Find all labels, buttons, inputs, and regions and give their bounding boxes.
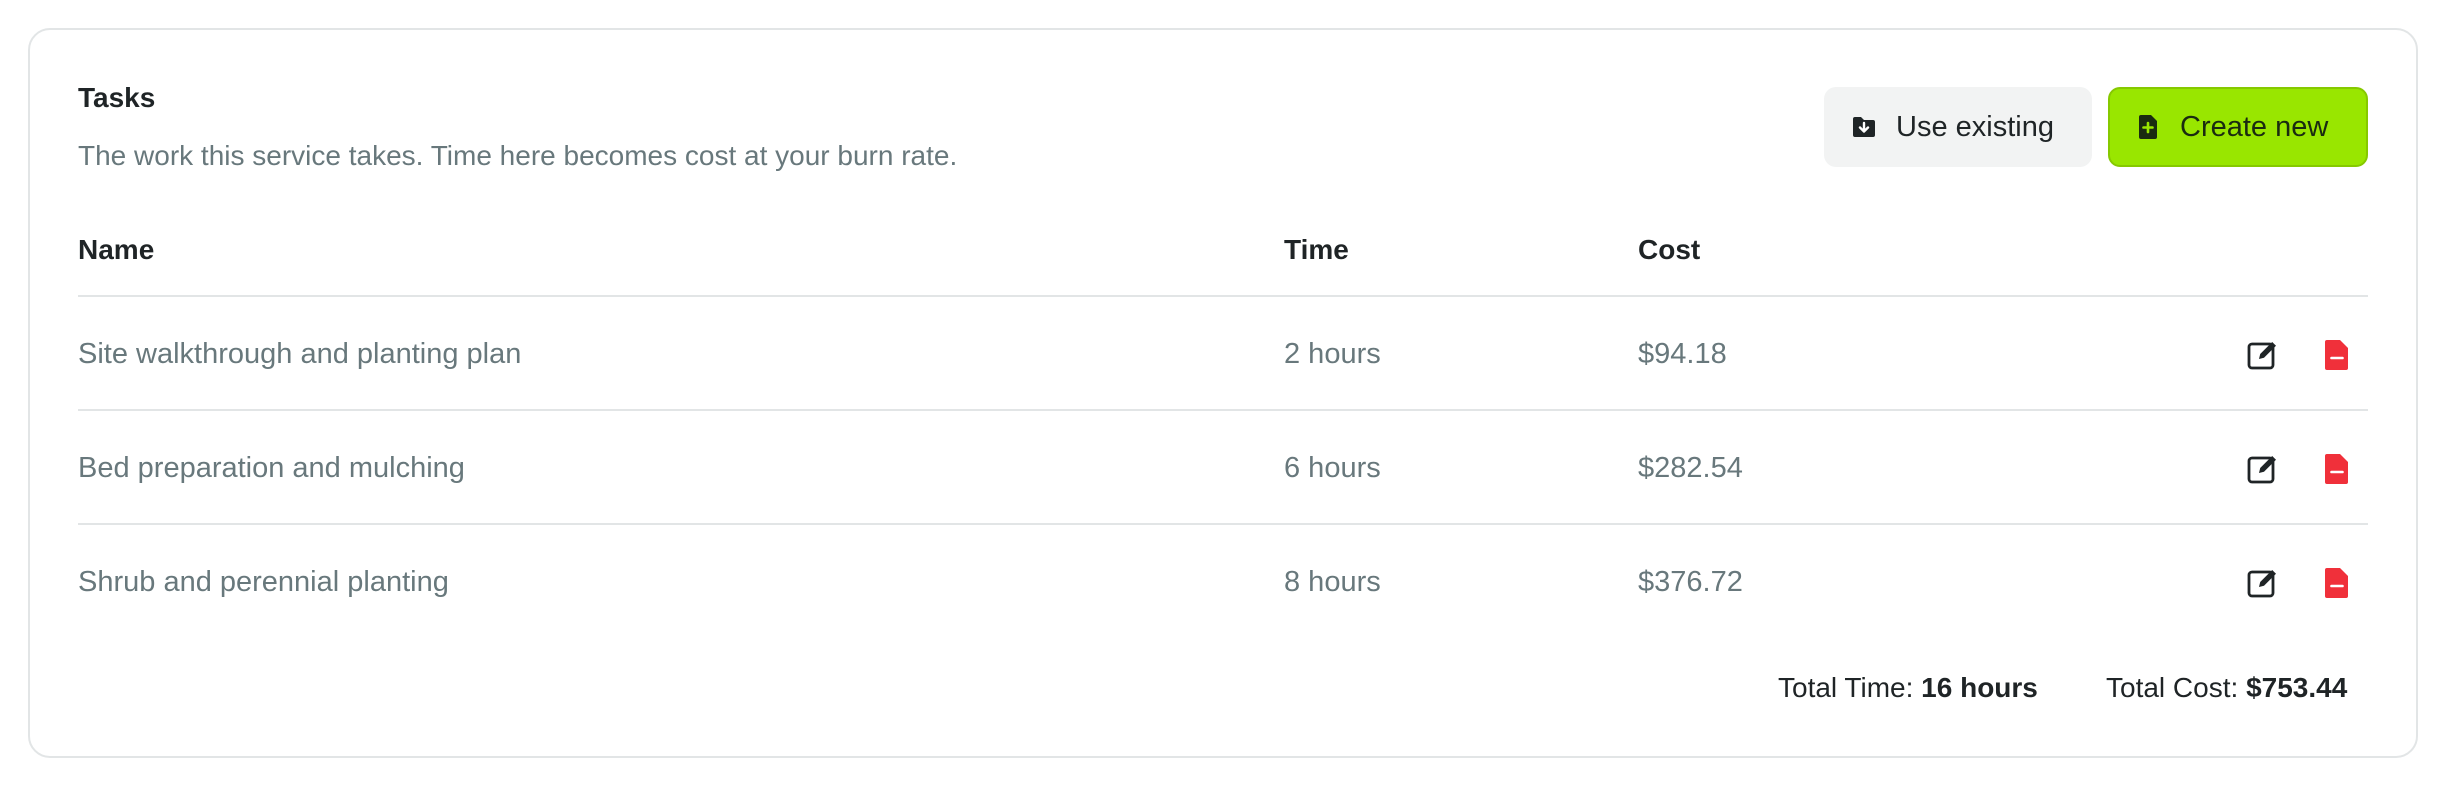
create-new-label: Create new [2180, 110, 2329, 143]
edit-icon[interactable] [2246, 452, 2280, 486]
table-row: Bed preparation and mulching 6 hours $28… [0, 412, 2446, 524]
column-header-name: Name [78, 234, 155, 265]
task-time: 6 hours [1284, 451, 1381, 484]
column-header-cost: Cost [1638, 234, 1701, 265]
section-subtitle: The work this service takes. Time here b… [78, 140, 958, 171]
task-name: Bed preparation and mulching [78, 451, 465, 484]
task-cost: $94.18 [1638, 337, 1727, 370]
row-divider [78, 409, 2368, 411]
task-cost: $376.72 [1638, 565, 1743, 598]
create-new-button[interactable]: Create new [2108, 87, 2368, 167]
column-header-time: Time [1284, 234, 1349, 265]
folder-download-icon [1850, 113, 1878, 141]
edit-icon[interactable] [2246, 338, 2280, 372]
task-name: Site walkthrough and planting plan [78, 337, 522, 370]
total-cost: Total Cost: $753.44 [2106, 672, 2347, 704]
task-time: 8 hours [1284, 565, 1381, 598]
task-cost: $282.54 [1638, 451, 1743, 484]
edit-icon[interactable] [2246, 566, 2280, 600]
total-cost-label: Total Cost: [2106, 672, 2239, 703]
section-title: Tasks [78, 82, 156, 113]
total-time: Total Time: 16 hours [1778, 672, 2038, 704]
total-time-value: 16 hours [1921, 672, 2038, 703]
file-plus-icon [2134, 113, 2162, 141]
table-row: Site walkthrough and planting plan 2 hou… [0, 298, 2446, 410]
delete-icon[interactable] [2320, 566, 2354, 600]
total-cost-value: $753.44 [2246, 672, 2348, 703]
table-row: Shrub and perennial planting 8 hours $37… [0, 526, 2446, 638]
use-existing-label: Use existing [1896, 110, 2054, 143]
total-time-label: Total Time: [1778, 672, 1914, 703]
delete-icon[interactable] [2320, 338, 2354, 372]
header-divider [78, 295, 2368, 297]
use-existing-button[interactable]: Use existing [1824, 87, 2092, 167]
task-name: Shrub and perennial planting [78, 565, 449, 598]
row-divider [78, 523, 2368, 525]
delete-icon[interactable] [2320, 452, 2354, 486]
task-time: 2 hours [1284, 337, 1381, 370]
